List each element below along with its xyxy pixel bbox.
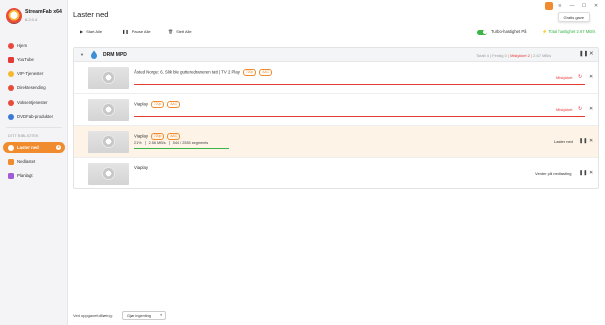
window-controls: ≡ — ☐ ✕	[545, 2, 601, 10]
downloaded-icon	[8, 158, 14, 165]
progress-percent: 21%	[134, 141, 146, 145]
toolbar: ▶ Start Alle ❚❚ Pause Alle 🗑 Slett Alle Tur…	[68, 28, 605, 38]
minimize-button[interactable]: —	[567, 2, 577, 10]
row-title: Viaplay 720p AAC	[134, 101, 181, 108]
on-completion-label: Ved oppgavefullføring:	[73, 313, 113, 318]
app-name: StreamFab x64	[25, 9, 62, 15]
play-icon: ▶	[80, 29, 84, 34]
remove-icon[interactable]: ✕	[589, 138, 593, 144]
sidebar-item-adult[interactable]: Voksentjenester	[3, 97, 65, 108]
row-status: Laster ned	[554, 139, 573, 144]
retry-icon[interactable]: ↻	[578, 106, 582, 112]
pause-icon: ❚❚	[122, 29, 129, 34]
remove-icon[interactable]: ✕	[589, 106, 593, 112]
pause-icon[interactable]: ❚❚	[579, 170, 587, 176]
sidebar-item-home[interactable]: Hjem	[3, 40, 65, 51]
on-completion-select[interactable]: Gjør ingenting ▾	[122, 310, 166, 320]
download-progress-bar	[134, 148, 229, 149]
download-speed: 2.56 MB/s	[148, 141, 170, 145]
sidebar-item-downloading[interactable]: Laster ned 4	[3, 142, 65, 153]
adult-icon	[8, 99, 14, 106]
video-thumbnail	[88, 163, 129, 185]
audio-tag: AAC	[167, 133, 181, 140]
sidebar-divider	[6, 127, 62, 128]
library-section-label: DITT BIBLIOTEK	[8, 133, 39, 138]
title-bar: Laster ned ≡ — ☐ ✕ Gratis gave	[68, 0, 605, 26]
collapse-caret-icon[interactable]: ▼	[80, 52, 84, 57]
home-icon	[8, 42, 14, 49]
failed-progress-bar	[134, 84, 585, 85]
turbo-label: Turbo-hastighet På	[491, 29, 527, 34]
download-row: Viaplay 720p AAC Mislykket ↻ ✕	[74, 94, 598, 126]
app-logo: StreamFab x64 6.2.0.4	[6, 7, 66, 25]
app-version: 6.2.0.4	[25, 17, 38, 22]
quality-tag: 720p	[151, 133, 165, 140]
live-icon	[8, 84, 14, 91]
row-status: Venter på nedlasting	[535, 171, 572, 176]
close-button[interactable]: ✕	[591, 2, 601, 10]
pause-all-button[interactable]: ❚❚ Pause Alle	[122, 29, 151, 34]
footer: Ved oppgavefullføring: Gjør ingenting ▾	[68, 310, 605, 322]
sidebar-item-scheduled[interactable]: Planlagt	[3, 170, 65, 181]
row-title: Åsted Norge: 6. Slik ble gutteredraneren…	[134, 69, 273, 76]
audio-tag: AAC	[259, 69, 273, 76]
remove-all-button[interactable]: 🗑 Slett Alle	[168, 29, 192, 34]
sidebar-item-dvdfab[interactable]: DVDFab-produkter	[3, 111, 65, 122]
row-title: Viaplay 720p AAC	[134, 133, 181, 140]
group-header[interactable]: ▼ DRM MPD Totalt 4 | Ferdig 0 | Mislykke…	[74, 48, 598, 62]
sidebar-item-vip[interactable]: VIP-Tjenester	[3, 68, 65, 79]
sidebar-item-live[interactable]: Direktesending	[3, 82, 65, 93]
video-thumbnail	[88, 67, 129, 89]
pause-icon[interactable]: ❚❚	[579, 138, 587, 144]
turbo-toggle[interactable]	[477, 29, 487, 35]
segment-count: 544 / 2535 segments	[172, 141, 209, 145]
download-icon	[8, 144, 14, 151]
row-status: Mislykket	[556, 107, 573, 112]
remove-icon[interactable]: ✕	[589, 74, 593, 80]
vip-icon	[8, 70, 14, 77]
video-thumbnail	[88, 99, 129, 121]
chevron-down-icon: ▾	[160, 313, 162, 317]
gift-tooltip: Gratis gave	[557, 12, 590, 22]
download-row: Åsted Norge: 6. Slik ble gutteredraneren…	[74, 62, 598, 94]
video-thumbnail	[88, 131, 129, 153]
youtube-icon	[8, 56, 14, 63]
remove-icon[interactable]: ✕	[589, 170, 593, 176]
download-row: Viaplay 720p AAC 21% 2.56 MB/s 544 / 2535 se…	[74, 126, 598, 158]
sidebar-item-youtube[interactable]: YouTube	[3, 54, 65, 65]
failed-progress-bar	[134, 116, 585, 117]
group-pause-icon[interactable]: ❚❚	[579, 51, 588, 57]
download-group-panel: ▼ DRM MPD Totalt 4 | Ferdig 0 | Mislykke…	[73, 47, 599, 189]
downloading-count-badge: 4	[56, 145, 61, 150]
group-title: DRM MPD	[103, 52, 127, 58]
retry-icon[interactable]: ↻	[578, 74, 582, 80]
quality-tag: 720p	[151, 101, 165, 108]
download-details: 21% 2.56 MB/s 544 / 2535 segments	[134, 141, 214, 145]
sidebar: StreamFab x64 6.2.0.4 Hjem YouTube VIP-T…	[0, 0, 68, 325]
sidebar-item-downloaded[interactable]: Nedlastet	[3, 156, 65, 167]
scheduled-icon	[8, 172, 14, 179]
trash-icon: 🗑	[168, 29, 174, 34]
total-speed: ⚡ Total hastighet 2.67 MB/s	[542, 29, 596, 34]
menu-button[interactable]: ≡	[555, 2, 565, 10]
quality-tag: 720p	[242, 69, 257, 76]
group-stats: Totalt 4 | Ferdig 0 | Mislykket 2 | 2.67…	[476, 52, 552, 58]
page-title: Laster ned	[73, 10, 109, 19]
audio-tag: AAC	[167, 101, 181, 108]
start-all-button[interactable]: ▶ Start Alle	[80, 29, 102, 34]
group-close-icon[interactable]: ✕	[589, 51, 594, 57]
maximize-button[interactable]: ☐	[579, 2, 589, 10]
row-title: Viaplay	[134, 165, 149, 170]
row-status: Mislykket	[556, 75, 573, 80]
dvdfab-icon	[8, 113, 14, 120]
streamfab-logo-icon	[6, 8, 22, 24]
drm-icon	[91, 50, 97, 59]
gift-icon[interactable]	[545, 2, 553, 10]
download-row: Viaplay Venter på nedlasting ❚❚ ✕	[74, 158, 598, 190]
